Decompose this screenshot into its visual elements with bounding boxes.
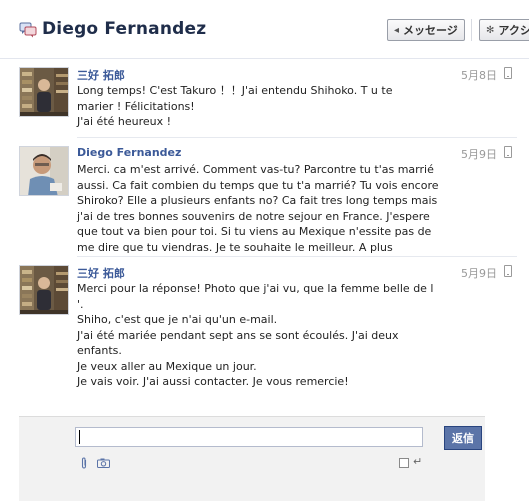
mobile-phone-icon [504,265,512,277]
message-body: Merci pour la réponse! Photo que j'ai vu… [77,281,447,390]
reply-composer: 返信 ↵ [19,416,485,501]
message-thread-page: Diego Fernandez ◂ メッセージ ✻ アクシ 三好 拓郎 5月8日… [0,0,529,501]
sender-name-link[interactable]: Diego Fernandez [77,146,181,159]
page-title: Diego Fernandez [42,19,207,39]
avatar[interactable] [19,265,69,315]
thread-header: Diego Fernandez ◂ メッセージ ✻ アクシ [0,0,529,59]
sender-name-link[interactable]: 三好 拓郎 [77,67,125,83]
action-button-label: アクシ [498,24,529,37]
message-line: J'ai été heureux ! [77,115,172,128]
paperclip-icon[interactable] [79,457,89,469]
action-button[interactable]: ✻ アクシ [479,19,529,41]
reply-input[interactable] [75,427,423,447]
message-body: Merci. ca m'est arrivé. Comment vas-tu? … [77,162,447,255]
message-line: J'ai été mariée pendant sept ans se sont… [77,328,399,342]
reply-arrow-icon: ◂ [394,24,400,36]
message-line: enfants. [77,344,122,357]
avatar[interactable] [19,146,69,196]
message-line: Je vais voir. J'ai aussi contacter. Je v… [77,375,349,388]
message-line: aussi. Ca fait combien du temps que tu t… [77,178,439,192]
message-date: 5月9日 [461,148,497,161]
message-item: 三好 拓郎 5月9日 Merci pour la réponse! Photo … [19,265,517,390]
message-line: me dire que tu viendras. Je te souhaite … [77,240,393,254]
message-line: Long temps! C'est Takuro ！！J'ai entendu … [77,84,393,97]
reply-send-button[interactable]: 返信 [444,426,482,450]
message-line: marier ! Félicitations! [77,99,195,113]
mobile-phone-icon [504,146,512,158]
message-line: Je veux aller au Mexique un jour. [77,359,257,373]
message-line: Merci. ca m'est arrivé. Comment vas-tu? … [77,163,434,176]
message-line: Shiho, c'est que je n'ai qu'un e-mail. [77,313,278,326]
message-date: 5月9日 [461,267,497,280]
text-caret [79,430,80,444]
camera-icon[interactable] [97,458,110,468]
message-line: que tout va bien pour toi. Si tu viens a… [77,225,432,238]
message-button[interactable]: ◂ メッセージ [387,19,465,41]
message-line: Shiroko? Elle a plusieurs enfants no? Ca… [77,194,438,207]
enter-key-icon: ↵ [413,455,423,468]
enter-to-send-checkbox[interactable] [399,458,409,468]
message-item: Diego Fernandez 5月9日 Merci. ca m'est arr… [19,146,517,255]
message-button-label: メッセージ [403,24,458,37]
message-divider [77,137,517,138]
sender-name-link[interactable]: 三好 拓郎 [77,265,125,281]
message-line: Merci pour la réponse! Photo que j'ai vu… [77,282,434,295]
gear-icon: ✻ [486,24,495,36]
message-body: Long temps! C'est Takuro ！！J'ai entendu … [77,83,447,130]
message-item: 三好 拓郎 5月8日 Long temps! C'est Takuro ！！J'… [19,67,517,133]
message-date: 5月8日 [461,69,497,82]
message-divider [77,256,517,257]
mobile-phone-icon [504,67,512,79]
toolbar-divider [471,19,472,41]
message-line: '. [77,297,84,311]
message-line: j'ai de tres bonnes souvenirs de notre s… [77,209,430,223]
avatar[interactable] [19,67,69,117]
chat-bubbles-icon [19,22,37,38]
